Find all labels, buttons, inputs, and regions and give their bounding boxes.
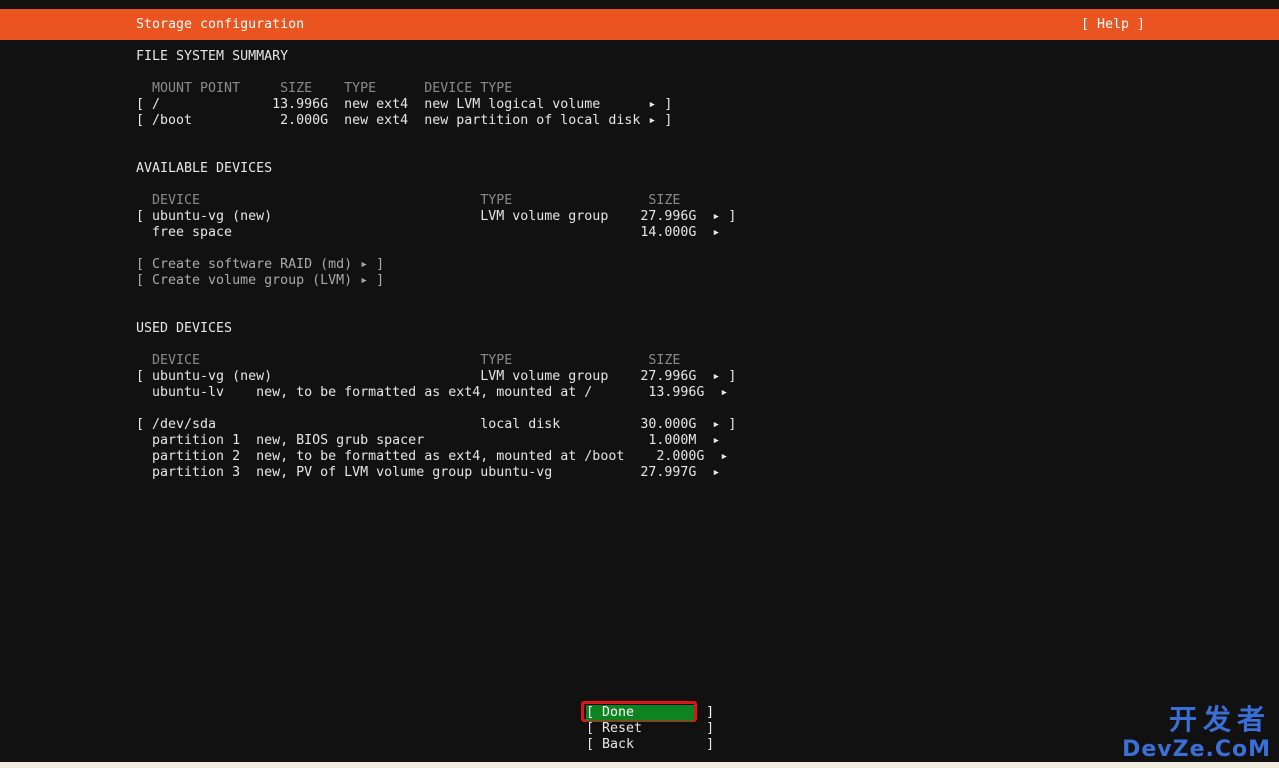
used-row-partition-2[interactable]: partition 2 new, to be formatted as ext4… — [136, 449, 728, 465]
create-raid-button[interactable]: [ Create software RAID (md) ▸ ] — [136, 257, 384, 273]
top-strip — [0, 0, 1279, 9]
used-row-dev-sda[interactable]: [ /dev/sda local disk 30.000G ▸ ] — [136, 417, 736, 433]
create-vg-button[interactable]: [ Create volume group (LVM) ▸ ] — [136, 273, 384, 289]
watermark-cn: 开发者 — [1168, 703, 1271, 736]
available-row-free-space[interactable]: free space 14.000G ▸ — [136, 225, 720, 241]
page-title: Storage configuration — [136, 17, 305, 32]
used-row-ubuntu-lv[interactable]: ubuntu-lv new, to be formatted as ext4, … — [136, 385, 728, 401]
help-button[interactable]: [ Help ] — [1081, 17, 1145, 32]
available-columns: DEVICE TYPE SIZE — [136, 193, 681, 208]
fs-row-boot[interactable]: [ /boot 2.000G new ext4 new partition of… — [136, 113, 672, 129]
back-button[interactable]: [ Back ] — [586, 737, 714, 753]
done-button[interactable]: [ Done ] — [586, 705, 714, 721]
reset-button[interactable]: [ Reset ] — [586, 721, 714, 737]
title-bar: Storage configuration [ Help ] — [0, 9, 1279, 40]
used-row-partition-1[interactable]: partition 1 new, BIOS grub spacer 1.000M… — [136, 433, 720, 449]
watermark-latin: DevZe.CoM — [1122, 737, 1271, 762]
fs-summary-columns: MOUNT POINT SIZE TYPE DEVICE TYPE — [136, 81, 513, 96]
used-devices-heading: USED DEVICES — [136, 321, 233, 336]
fs-row-root[interactable]: [ / 13.996G new ext4 new LVM logical vol… — [136, 97, 672, 113]
used-row-partition-3[interactable]: partition 3 new, PV of LVM volume group … — [136, 465, 720, 481]
available-row-ubuntu-vg[interactable]: [ ubuntu-vg (new) LVM volume group 27.99… — [136, 209, 736, 225]
bottom-strip — [0, 762, 1279, 768]
fs-summary-heading: FILE SYSTEM SUMMARY — [136, 49, 289, 64]
used-columns: DEVICE TYPE SIZE — [136, 353, 681, 368]
used-row-ubuntu-vg[interactable]: [ ubuntu-vg (new) LVM volume group 27.99… — [136, 369, 736, 385]
available-devices-heading: AVAILABLE DEVICES — [136, 161, 273, 176]
